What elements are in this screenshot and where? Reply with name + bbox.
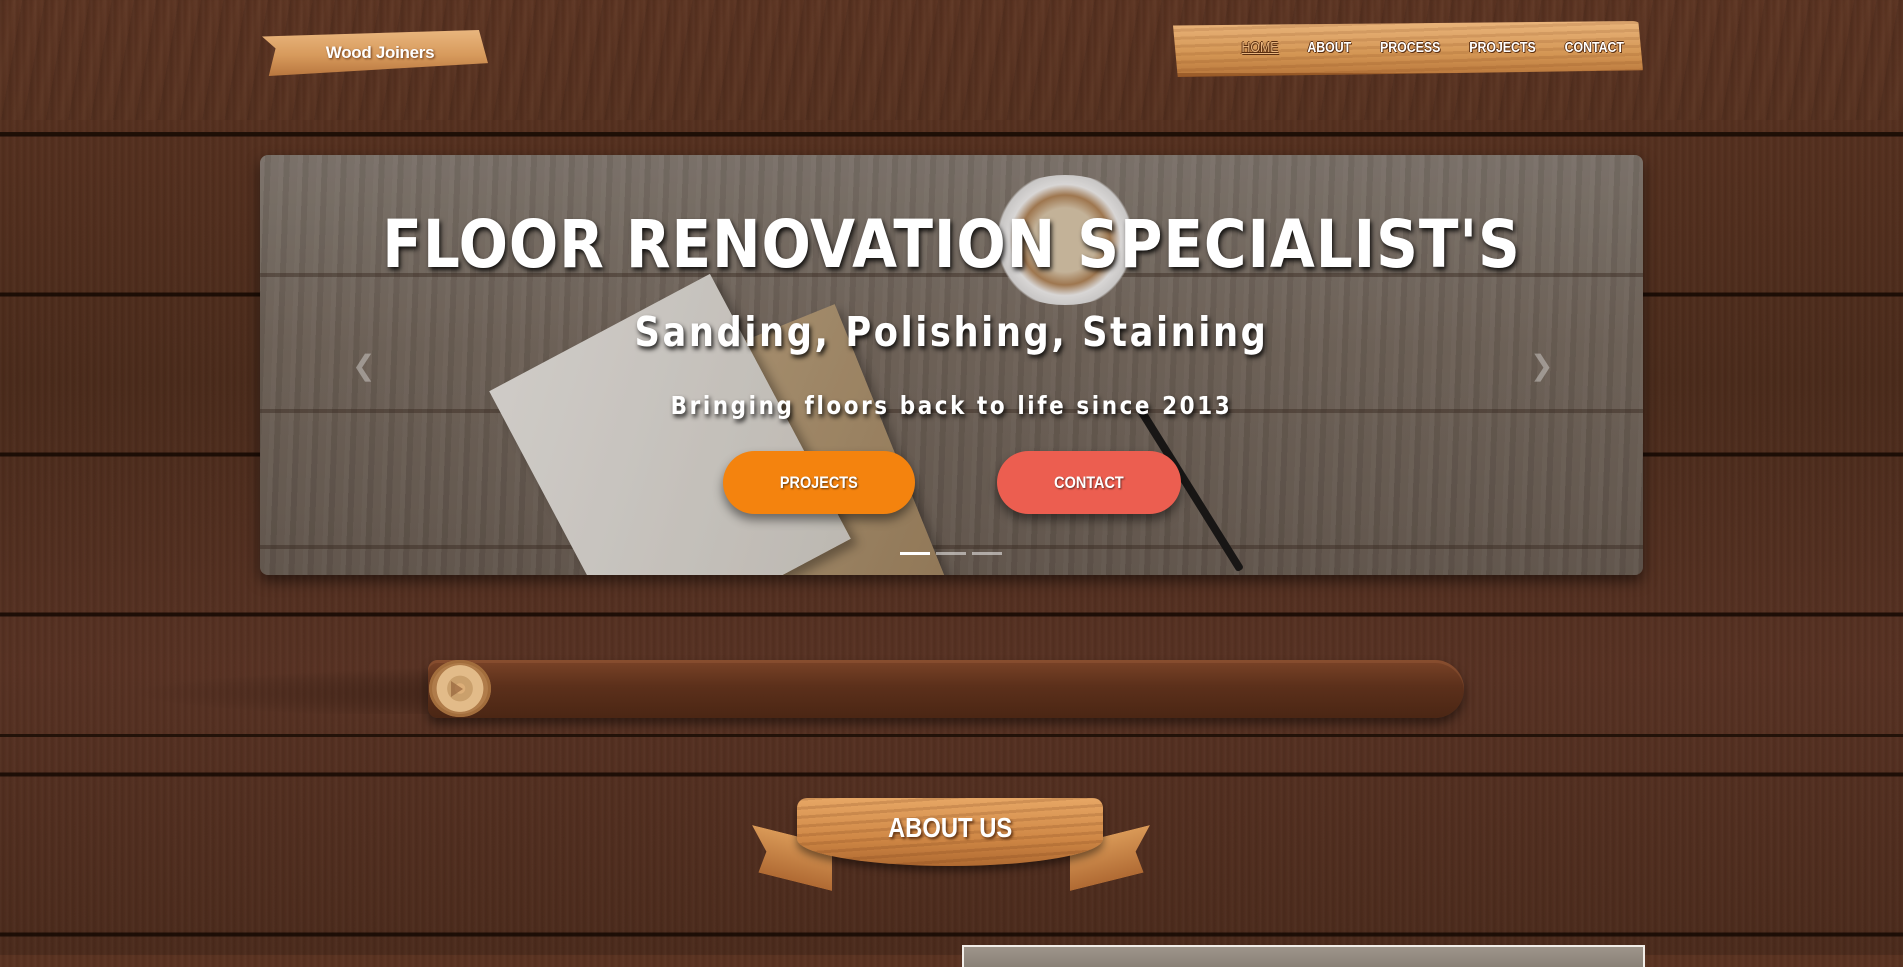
- log-divider: [428, 660, 1464, 718]
- hero-carousel: FLOOR RENOVATION SPECIALIST'S Sanding, P…: [260, 155, 1643, 575]
- play-icon: [451, 681, 463, 697]
- carousel-indicator-1[interactable]: [900, 552, 930, 555]
- about-heading-text: ABOUT US: [887, 812, 1013, 843]
- carousel-indicator-2[interactable]: [936, 552, 966, 555]
- nav-item-contact[interactable]: CONTACT: [1550, 37, 1638, 59]
- chevron-left-icon[interactable]: ❮: [352, 349, 375, 382]
- hero-title: FLOOR RENOVATION SPECIALIST'S: [382, 206, 1521, 283]
- projects-button-label: PROJECTS: [780, 472, 858, 492]
- contact-button-label: CONTACT: [1054, 472, 1124, 492]
- main-nav: HOME ABOUT PROCESS PROJECTS CONTACT: [1227, 37, 1638, 59]
- carousel-indicator-3[interactable]: [972, 552, 1002, 555]
- contact-button[interactable]: CONTACT: [997, 451, 1181, 514]
- brand-logo[interactable]: Wood Joiners: [262, 30, 498, 76]
- nav-item-process[interactable]: PROCESS: [1366, 37, 1455, 59]
- nav-item-about[interactable]: ABOUT: [1293, 37, 1366, 59]
- chevron-right-icon[interactable]: ❯: [1530, 349, 1553, 382]
- hero-tagline: Bringing floors back to life since 2013: [670, 391, 1233, 420]
- about-heading: ABOUT US: [797, 812, 1103, 844]
- hero-subtitle: Sanding, Polishing, Staining: [634, 308, 1269, 356]
- plank-divider: [0, 734, 1903, 737]
- about-image: [962, 945, 1645, 967]
- nav-item-projects[interactable]: PROJECTS: [1455, 37, 1550, 59]
- projects-button[interactable]: PROJECTS: [723, 451, 915, 514]
- nav-item-home[interactable]: HOME: [1227, 37, 1293, 59]
- carousel-indicators: [900, 552, 1002, 555]
- plank-divider: [0, 132, 1903, 135]
